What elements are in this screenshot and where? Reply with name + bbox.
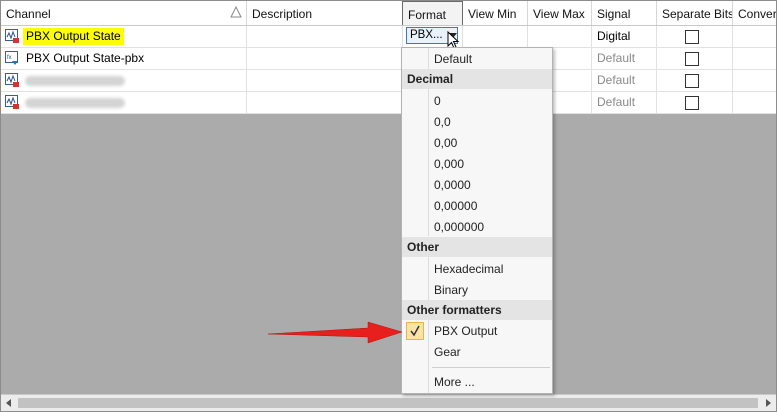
separate-bits-checkbox[interactable] [685, 52, 699, 66]
channel-cell[interactable]: fx PBX Output State-pbx [1, 48, 247, 69]
column-header-description[interactable]: Description [247, 1, 403, 25]
signal-channel-icon [5, 73, 19, 87]
menu-item-decimal-6[interactable]: 0,000000 [402, 217, 552, 238]
menu-item-decimal-5[interactable]: 0,00000 [402, 196, 552, 217]
selected-marker [406, 322, 424, 340]
menu-item-gear[interactable]: Gear [402, 342, 552, 363]
channel-name: PBX Output State [23, 28, 124, 45]
description-cell[interactable] [247, 70, 403, 91]
column-header-label: View Max [533, 7, 585, 21]
column-header-label: Conver [738, 7, 776, 21]
conversion-cell[interactable] [733, 48, 776, 69]
table-row[interactable]: Default [1, 92, 776, 114]
redacted-channel-name [25, 76, 125, 86]
menu-item-hexadecimal[interactable]: Hexadecimal [402, 259, 552, 280]
scroll-left-icon[interactable] [3, 397, 15, 409]
channel-rows: PBX Output State PBX... Digital fx PBX O… [1, 26, 776, 114]
signal-value: Default [597, 51, 636, 65]
conversion-cell[interactable] [733, 92, 776, 113]
signal-cell[interactable]: Default [592, 70, 657, 91]
scroll-right-icon[interactable] [762, 397, 774, 409]
signal-value: Default [597, 95, 636, 109]
column-header-label: Description [252, 7, 313, 21]
separate-bits-cell [657, 48, 733, 69]
channel-cell[interactable]: PBX Output State [1, 26, 247, 47]
channel-grid: Channel Description Format View Min View… [0, 0, 777, 412]
description-cell[interactable] [247, 48, 403, 69]
description-cell[interactable] [247, 26, 403, 47]
menu-section-other-formatters: Other formatters [402, 300, 552, 320]
signal-channel-icon [5, 95, 19, 109]
column-header-label: Separate Bits [662, 7, 733, 21]
table-row[interactable]: Default [1, 70, 776, 92]
view-max-cell[interactable] [528, 26, 592, 47]
signal-value: Default [597, 73, 636, 87]
scrollbar-thumb[interactable] [18, 398, 758, 408]
signal-cell[interactable]: Default [592, 48, 657, 69]
format-cell[interactable]: PBX... [403, 26, 463, 47]
separate-bits-checkbox[interactable] [685, 30, 699, 44]
table-row[interactable]: PBX Output State PBX... Digital [1, 26, 776, 48]
column-header-label: Format [408, 8, 447, 22]
table-row[interactable]: fx PBX Output State-pbx Default [1, 48, 776, 70]
view-min-cell[interactable] [463, 26, 528, 47]
column-header-conversion[interactable]: Conver [733, 1, 776, 25]
channel-cell[interactable] [1, 70, 247, 91]
menu-item-default[interactable]: Default [402, 49, 552, 70]
column-header-format[interactable]: Format [402, 1, 463, 25]
menu-separator [432, 367, 550, 368]
column-header-signal[interactable]: Signal [592, 1, 657, 25]
column-header-label: Channel [6, 7, 51, 21]
column-header-separate-bits[interactable]: Separate Bits [657, 1, 733, 25]
grid-header: Channel Description Format View Min View… [1, 1, 776, 26]
column-header-label: Signal [597, 7, 631, 21]
svg-text:fx: fx [7, 55, 12, 61]
menu-item-binary[interactable]: Binary [402, 280, 552, 301]
separate-bits-cell [657, 26, 733, 47]
annotation-arrow [268, 321, 403, 344]
separate-bits-checkbox[interactable] [685, 74, 699, 88]
redacted-channel-name [25, 98, 125, 108]
sort-ascending-icon [230, 6, 242, 18]
signal-channel-icon [5, 29, 19, 43]
signal-cell[interactable]: Digital [592, 26, 657, 47]
menu-item-pbx-output[interactable]: PBX Output [402, 321, 552, 342]
conversion-cell[interactable] [733, 26, 776, 47]
separate-bits-checkbox[interactable] [685, 96, 699, 110]
menu-section-decimal: Decimal [402, 69, 552, 89]
menu-section-other: Other [402, 237, 552, 257]
column-header-view-max[interactable]: View Max [528, 1, 592, 25]
menu-item-more[interactable]: More ... [402, 372, 552, 393]
menu-item-decimal-4[interactable]: 0,0000 [402, 175, 552, 196]
menu-item-decimal-0[interactable]: 0 [402, 91, 552, 112]
mouse-pointer-icon [447, 31, 460, 47]
column-header-label: View Min [468, 7, 517, 21]
menu-item-label: PBX Output [434, 324, 498, 338]
separate-bits-cell [657, 92, 733, 113]
format-dropdown-value: PBX... [410, 29, 443, 41]
channel-name: PBX Output State-pbx [26, 51, 145, 65]
menu-item-decimal-1[interactable]: 0,0 [402, 112, 552, 133]
separate-bits-cell [657, 70, 733, 91]
channel-cell[interactable] [1, 92, 247, 113]
horizontal-scrollbar[interactable] [1, 394, 776, 411]
signal-cell[interactable]: Default [592, 92, 657, 113]
menu-item-decimal-2[interactable]: 0,00 [402, 133, 552, 154]
signal-value: Digital [597, 29, 631, 43]
column-header-channel[interactable]: Channel [1, 1, 247, 25]
column-header-view-min[interactable]: View Min [463, 1, 528, 25]
format-menu: Default Decimal 0 0,0 0,00 0,000 0,0000 … [401, 47, 553, 394]
description-cell[interactable] [247, 92, 403, 113]
conversion-cell[interactable] [733, 70, 776, 91]
menu-item-decimal-3[interactable]: 0,000 [402, 154, 552, 175]
formula-channel-icon: fx [5, 51, 18, 65]
checkmark-icon [410, 325, 420, 337]
